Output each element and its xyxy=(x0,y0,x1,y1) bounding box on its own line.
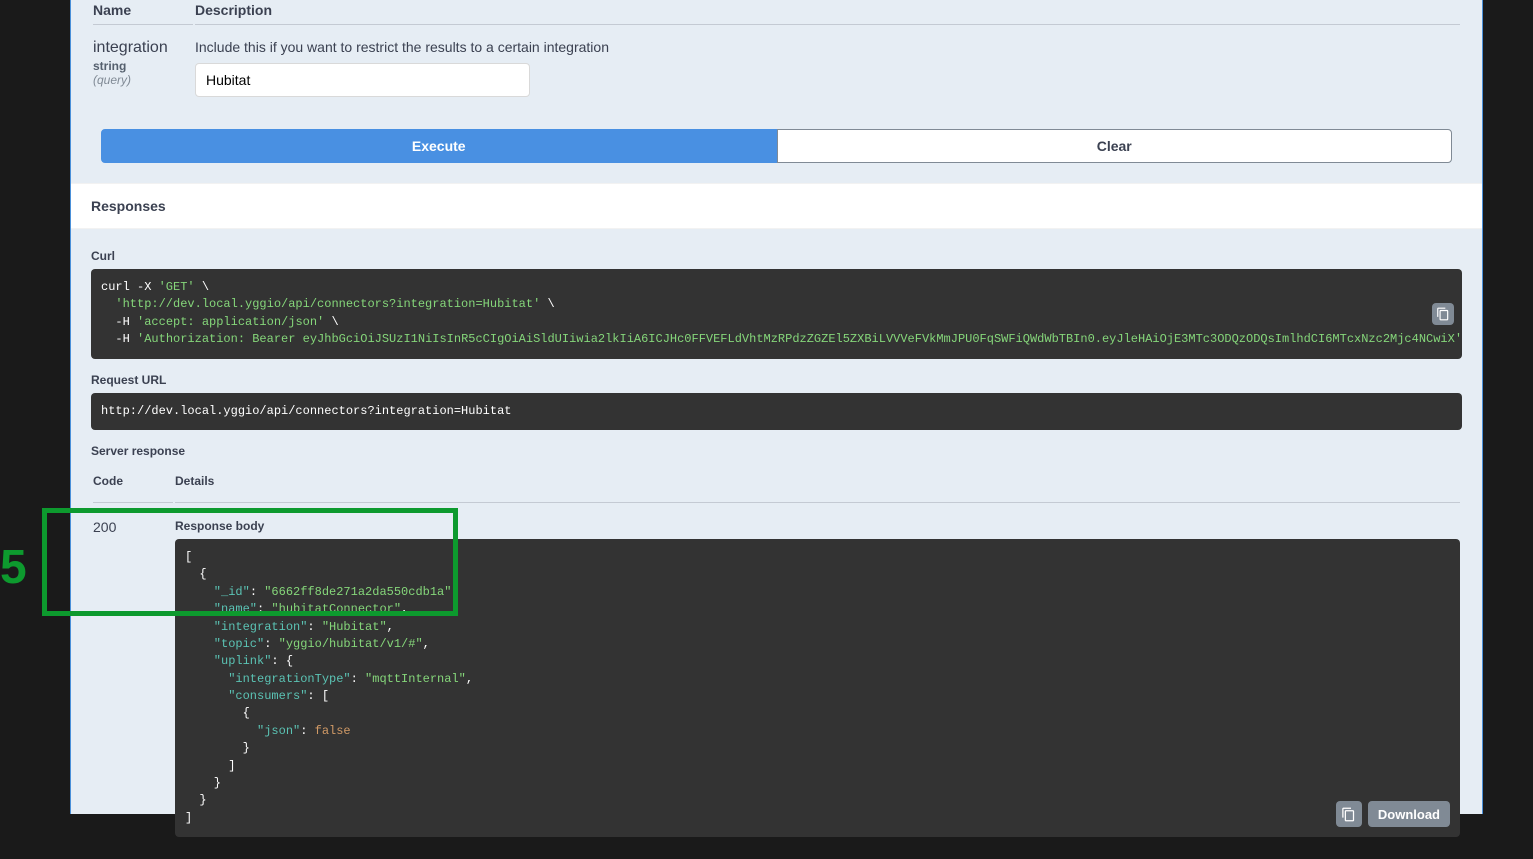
param-type: string xyxy=(93,59,183,73)
clipboard-icon xyxy=(1436,307,1450,321)
param-row-integration: integration string (query) Include this … xyxy=(93,27,1460,109)
param-input-integration[interactable] xyxy=(195,63,530,97)
param-header-name: Name xyxy=(93,2,193,25)
param-name: integration xyxy=(93,39,183,57)
curl-title: Curl xyxy=(91,249,1462,263)
request-url-box: http://dev.local.yggio/api/connectors?in… xyxy=(91,393,1462,430)
download-button[interactable]: Download xyxy=(1368,801,1450,827)
response-body-title: Response body xyxy=(175,519,1460,533)
execute-button[interactable]: Execute xyxy=(101,129,777,163)
server-response-title: Server response xyxy=(91,444,1462,458)
request-url-title: Request URL xyxy=(91,373,1462,387)
col-code: Code xyxy=(93,466,173,503)
clipboard-icon xyxy=(1341,807,1356,822)
server-response-table: Code Details 200 Response body [ { "_id"… xyxy=(91,464,1462,839)
responses-heading: Responses xyxy=(71,183,1482,229)
copy-curl-button[interactable] xyxy=(1432,303,1454,325)
col-details: Details xyxy=(175,466,1460,503)
response-code: 200 xyxy=(93,505,173,837)
param-header-desc: Description xyxy=(195,2,1460,25)
clear-button[interactable]: Clear xyxy=(777,129,1453,163)
param-description: Include this if you want to restrict the… xyxy=(195,39,1450,55)
copy-response-button[interactable] xyxy=(1336,801,1362,827)
param-in: (query) xyxy=(93,73,183,87)
response-body-box: [ { "_id": "6662ff8de271a2da550cdb1a", "… xyxy=(175,539,1460,837)
curl-box: curl -X 'GET' \ 'http://dev.local.yggio/… xyxy=(91,269,1462,359)
annotation-number: 5 xyxy=(0,540,27,595)
parameters-table: Name Description integration string (que… xyxy=(91,0,1462,111)
